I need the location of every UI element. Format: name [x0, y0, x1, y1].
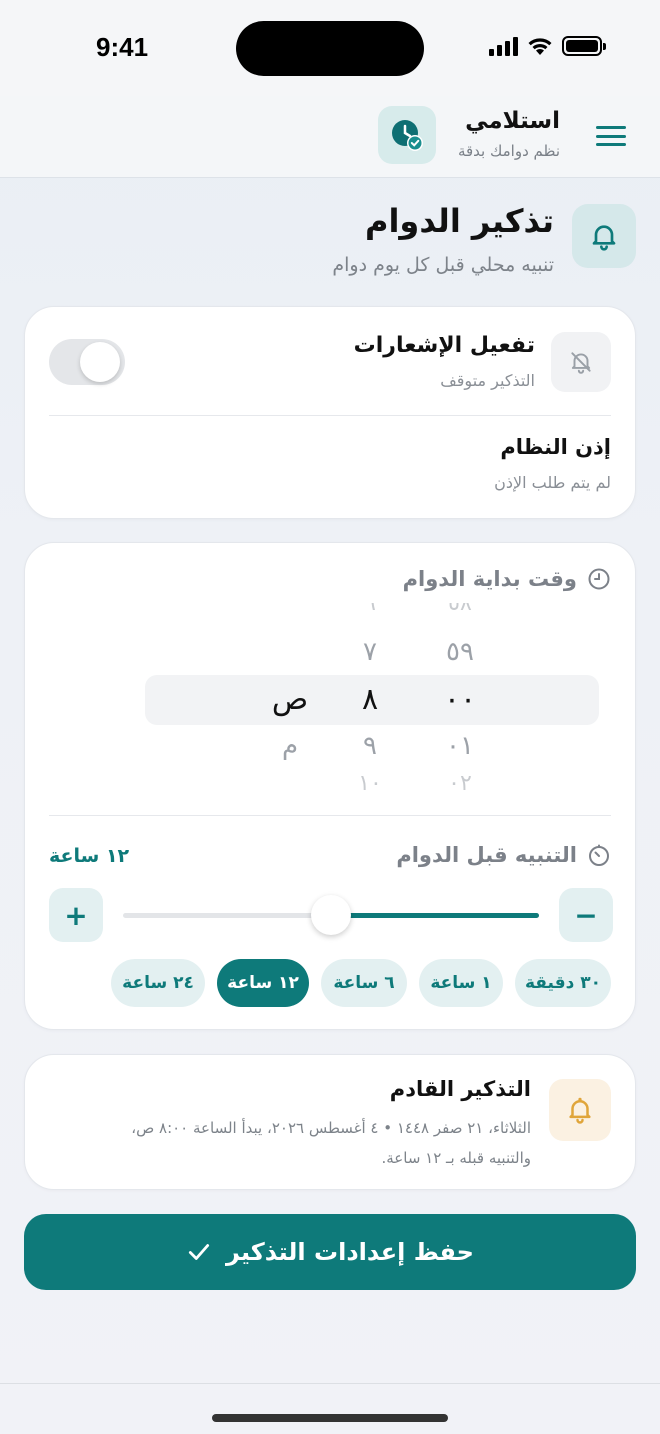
cellular-signal-icon: [489, 36, 518, 56]
schedule-card: وقت بداية الدوام ٥٨ ٥٩ ٠٠ ٠١ ٠٢ ٦ ٧ ٨ ٩ …: [24, 542, 636, 1030]
home-indicator[interactable]: [212, 1414, 448, 1422]
time-picker[interactable]: ٥٨ ٥٩ ٠٠ ٠١ ٠٢ ٦ ٧ ٨ ٩ ١٠ ص م: [25, 603, 637, 793]
page-title: تذكير الدوام: [365, 202, 554, 240]
minute-item: ٠١: [446, 731, 474, 761]
status-icons: [489, 36, 606, 56]
hour-item: ١٠: [358, 771, 382, 793]
save-button-label: حفظ إعدادات التذكير: [226, 1238, 474, 1266]
alert-before-value: ١٢ ساعة: [49, 845, 130, 867]
dynamic-island: [236, 21, 424, 76]
hour-item-selected: ٨: [361, 682, 379, 717]
app-header: استلامي نظم دوامك بدقة: [0, 96, 660, 178]
page-subtitle: تنبيه محلي قبل كل يوم دوام: [332, 254, 554, 276]
next-reminder-icon-box: [549, 1079, 611, 1141]
permission-status: لم يتم طلب الإذن: [494, 473, 611, 492]
chip-30-minutes[interactable]: ٣٠ دقيقة: [515, 959, 611, 1007]
battery-icon: [562, 36, 606, 56]
decrease-button[interactable]: −: [559, 888, 613, 942]
page-icon: [572, 204, 636, 268]
increase-button[interactable]: +: [49, 888, 103, 942]
next-reminder-card: التذكير القادم الثلاثاء، ٢١ صفر ١٤٤٨ • ٤…: [24, 1054, 636, 1190]
checkmark-icon: [188, 1244, 210, 1260]
bell-off-icon: [571, 352, 591, 374]
hour-item: ٩: [363, 731, 377, 761]
alert-before-label: التنبيه قبل الدوام: [396, 843, 577, 867]
permission-title: إذن النظام: [500, 435, 611, 459]
alert-slider-row: − +: [49, 888, 613, 942]
minute-item: ٥٨: [448, 603, 472, 616]
chip-24-hours[interactable]: ٢٤ ساعة: [111, 959, 205, 1007]
timer-icon: [589, 844, 609, 866]
status-bar: 9:41: [0, 0, 660, 96]
period-column[interactable]: ص م: [255, 603, 325, 793]
start-time-label: وقت بداية الدوام: [402, 567, 577, 591]
clock-icon: [588, 568, 610, 590]
notifications-card: تفعيل الإشعارات التذكير متوقف إذن النظام…: [24, 306, 636, 519]
minute-item: ٥٩: [446, 637, 474, 667]
hours-column[interactable]: ٦ ٧ ٨ ٩ ١٠: [335, 603, 405, 793]
bottom-divider: [0, 1383, 660, 1384]
hour-item: ٧: [363, 637, 377, 667]
app-tagline: نظم دوامك بدقة: [457, 142, 560, 160]
notifications-toggle-status: التذكير متوقف: [440, 371, 535, 390]
minutes-column[interactable]: ٥٨ ٥٩ ٠٠ ٠١ ٠٢: [425, 603, 495, 793]
alert-presets: ٣٠ دقيقة ١ ساعة ٦ ساعة ١٢ ساعة ٢٤ ساعة: [49, 959, 611, 1007]
alert-slider-track[interactable]: [123, 895, 539, 935]
clock-check-icon: [392, 120, 423, 151]
next-reminder-line-1: الثلاثاء، ٢١ صفر ١٤٤٨ • ٤ أغسطس ٢٠٢٦، يب…: [131, 1119, 531, 1137]
minute-item-selected: ٠٠: [443, 682, 477, 717]
hour-item: ٦: [364, 603, 376, 616]
alert-slider-thumb[interactable]: [311, 895, 351, 935]
next-reminder-title: التذكير القادم: [389, 1077, 531, 1101]
divider: [49, 815, 611, 816]
notifications-toggle-title: تفعيل الإشعارات: [353, 333, 535, 358]
wifi-icon: [528, 38, 552, 55]
divider: [49, 415, 611, 416]
chip-1-hour[interactable]: ١ ساعة: [419, 959, 503, 1007]
period-item-selected: ص: [271, 682, 309, 717]
chip-12-hours[interactable]: ١٢ ساعة: [217, 959, 309, 1007]
bell-ringing-icon: [569, 1097, 591, 1124]
notifications-status-icon: [551, 332, 611, 392]
next-reminder-line-2: والتنبيه قبله بـ ١٢ ساعة.: [381, 1149, 531, 1167]
menu-icon[interactable]: [596, 126, 626, 146]
app-logo: [378, 106, 436, 164]
alert-slider-fill: [331, 913, 539, 918]
save-reminder-settings-button[interactable]: حفظ إعدادات التذكير: [24, 1214, 636, 1290]
notifications-toggle[interactable]: [49, 339, 125, 385]
app-name: استلامي: [465, 108, 560, 134]
bell-icon: [592, 225, 616, 251]
start-time-heading: وقت بداية الدوام: [403, 567, 611, 591]
status-time: 9:41: [96, 32, 149, 62]
chip-6-hours[interactable]: ٦ ساعة: [321, 959, 407, 1007]
next-reminder-details: الثلاثاء، ٢١ صفر ١٤٤٨ • ٤ أغسطس ٢٠٢٦، يب…: [101, 1113, 531, 1173]
alert-before-heading: التنبيه قبل الدوام: [396, 843, 611, 867]
toggle-knob: [80, 342, 120, 382]
page-heading: تذكير الدوام تنبيه محلي قبل كل يوم دوام: [24, 198, 636, 288]
minute-item: ٠٢: [448, 771, 472, 793]
period-item: م: [281, 731, 299, 761]
